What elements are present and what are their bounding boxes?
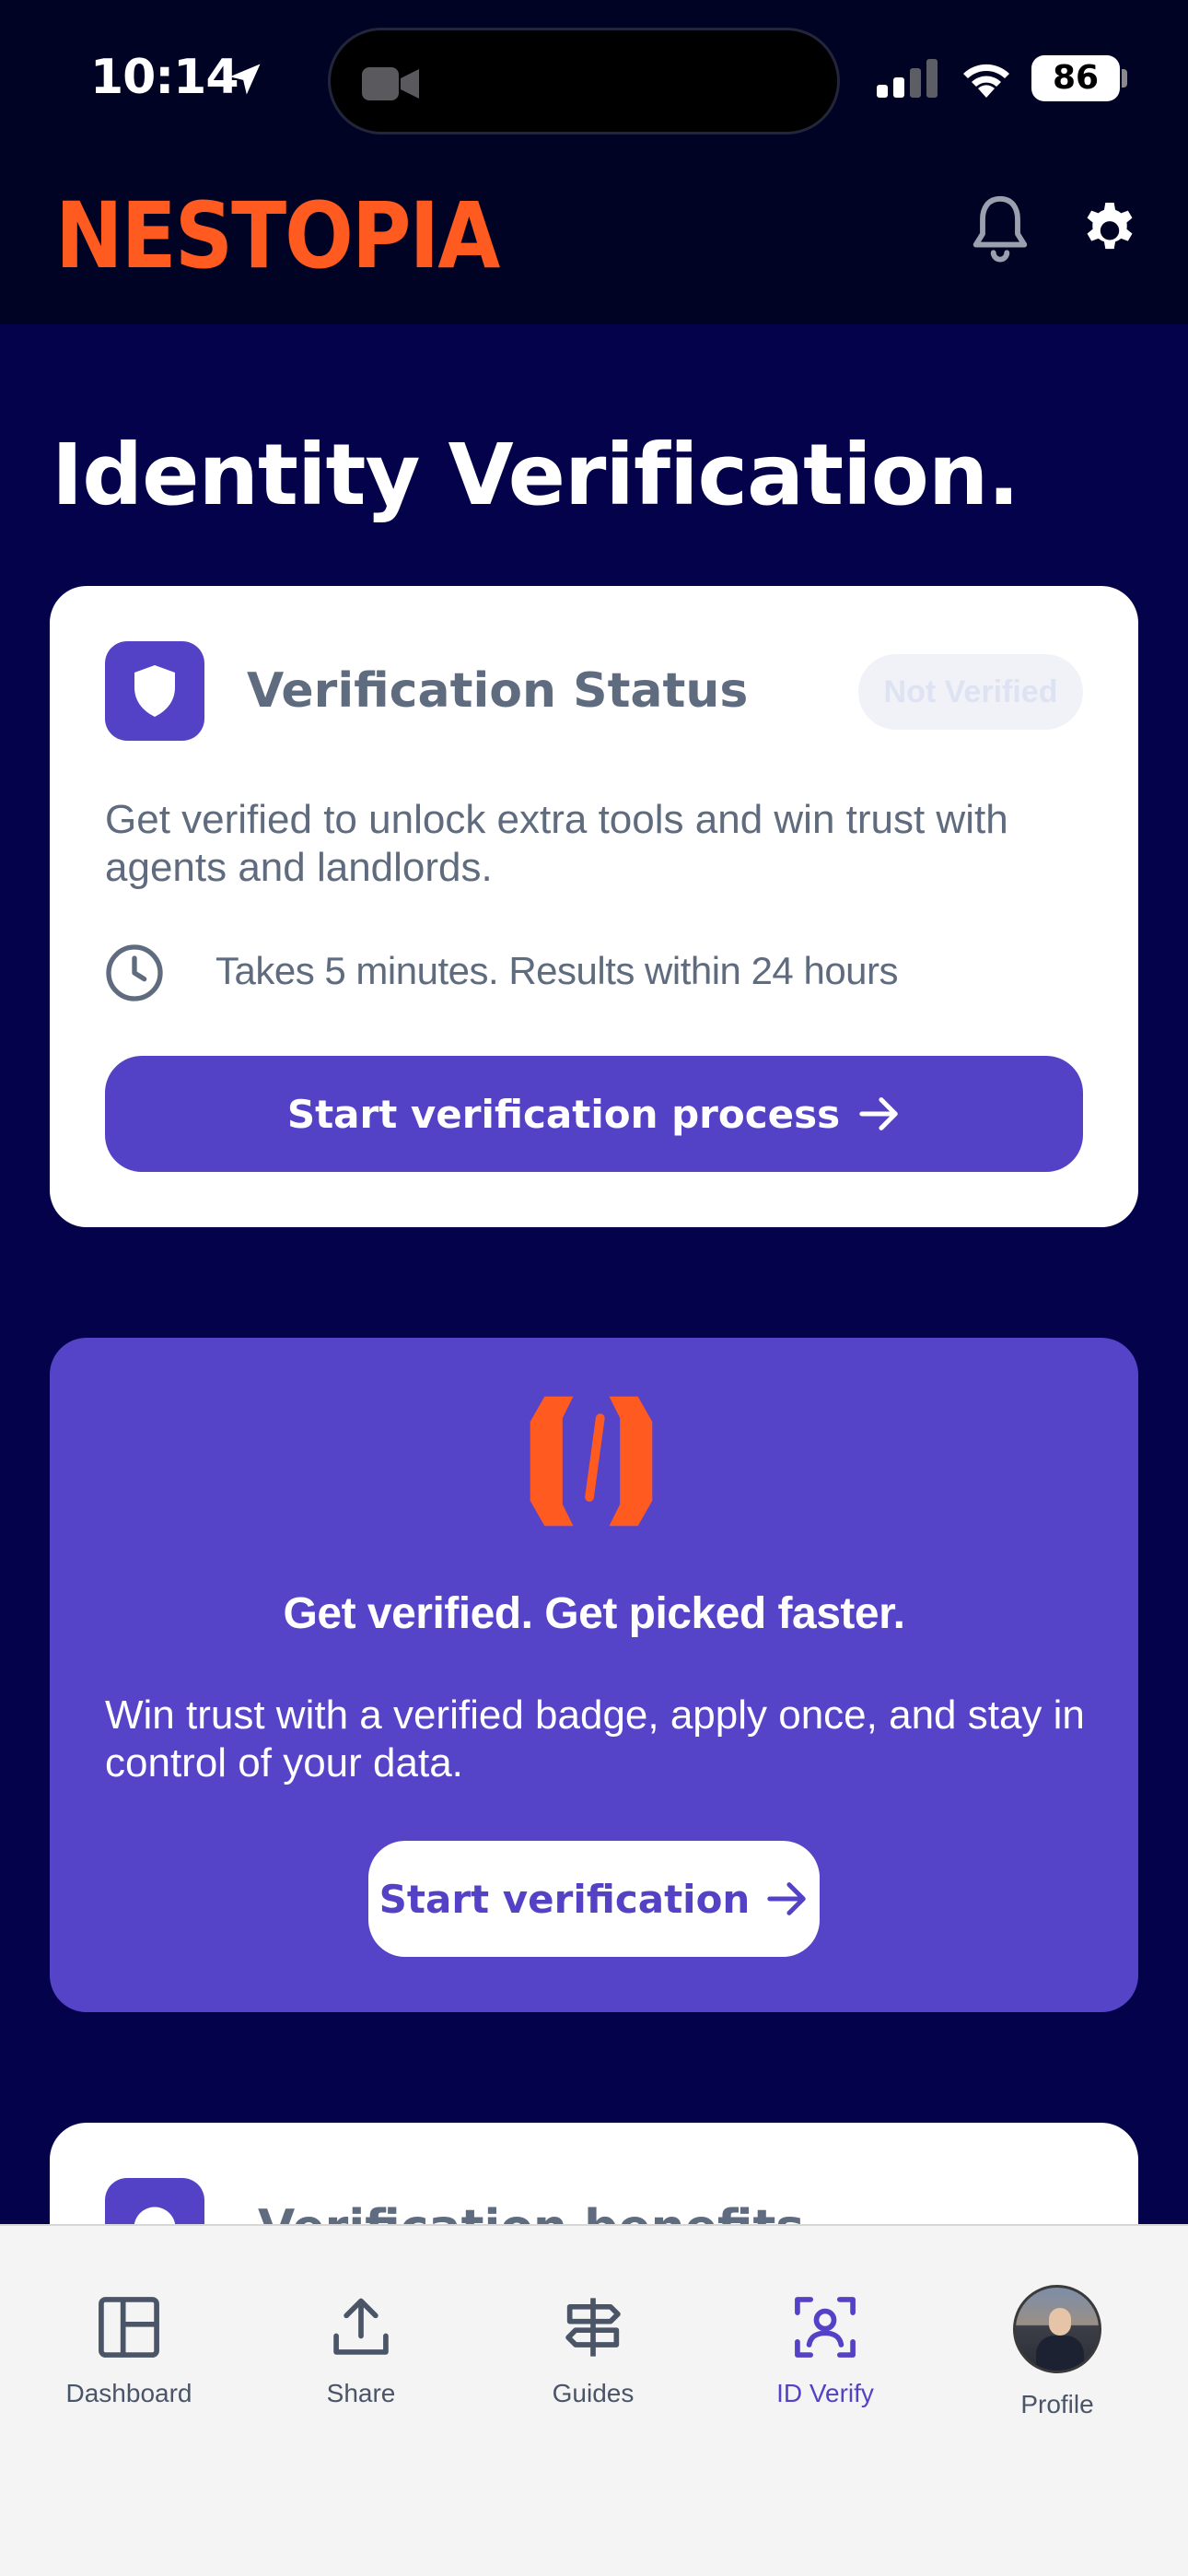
start-verification-label: Start verification xyxy=(379,1876,751,1922)
share-icon xyxy=(333,2298,389,2355)
promo-description: Win trust with a verified badge, apply o… xyxy=(105,1692,1085,1786)
gear-icon[interactable] xyxy=(1079,197,1140,258)
get-verified-promo-card: Get verified. Get picked faster. Win tru… xyxy=(50,1338,1138,2012)
shield-icon xyxy=(134,665,175,717)
promo-title: Get verified. Get picked faster. xyxy=(283,1589,905,1638)
tab-dashboard-label: Dashboard xyxy=(65,2379,192,2407)
status-card-title: Verification Status xyxy=(247,663,749,719)
bottom-tab-bar: Dashboard Share Guides ID Verify Profile xyxy=(0,2224,1188,2576)
wifi-icon xyxy=(963,64,1009,98)
status-badge: Not Verified xyxy=(858,654,1083,730)
location-arrow-icon xyxy=(229,64,261,95)
tab-share[interactable]: Share xyxy=(260,2292,462,2408)
time-estimate-note: Takes 5 minutes. Results within 24 hours xyxy=(215,949,899,992)
shield-tile xyxy=(105,641,204,741)
tab-id-verify-label: ID Verify xyxy=(776,2379,874,2407)
avatar xyxy=(1013,2285,1101,2373)
battery-indicator: 86 xyxy=(1031,55,1120,101)
tab-id-verify[interactable]: ID Verify xyxy=(724,2292,926,2408)
tab-share-label: Share xyxy=(326,2379,396,2407)
status-description: Get verified to unlock extra tools and w… xyxy=(105,797,1008,890)
brand-logo[interactable]: NESTOPIA xyxy=(55,182,500,288)
tab-guides-label: Guides xyxy=(552,2379,635,2407)
battery-tip xyxy=(1122,69,1127,88)
arrow-right-icon xyxy=(859,1097,898,1130)
signpost-icon xyxy=(565,2298,621,2357)
status-time: 10:14 xyxy=(90,50,239,105)
start-verification-process-label: Start verification process xyxy=(286,1091,841,1137)
verification-status-card: Verification Status Not Verified Get ver… xyxy=(50,586,1138,1227)
clock-icon xyxy=(106,944,163,1001)
video-camera-icon xyxy=(362,67,419,100)
page-title: Identity Verification. xyxy=(52,426,1019,524)
bell-icon[interactable] xyxy=(967,193,1033,263)
tab-guides[interactable]: Guides xyxy=(492,2292,694,2408)
start-verification-button[interactable]: Start verification xyxy=(368,1841,820,1957)
arrow-right-icon xyxy=(767,1882,807,1915)
dashboard-icon xyxy=(99,2297,159,2358)
verify-brand-icon xyxy=(530,1396,653,1527)
tab-profile[interactable]: Profile xyxy=(956,2285,1159,2419)
cellular-signal-icon xyxy=(877,59,938,98)
start-verification-process-button[interactable]: Start verification process xyxy=(105,1056,1083,1172)
tab-dashboard[interactable]: Dashboard xyxy=(28,2292,230,2408)
app-header: NESTOPIA xyxy=(0,157,1188,324)
dynamic-island xyxy=(328,28,840,135)
tab-profile-label: Profile xyxy=(1020,2390,1094,2418)
status-bar: 10:14 86 xyxy=(0,0,1188,157)
id-verify-icon xyxy=(795,2297,856,2358)
